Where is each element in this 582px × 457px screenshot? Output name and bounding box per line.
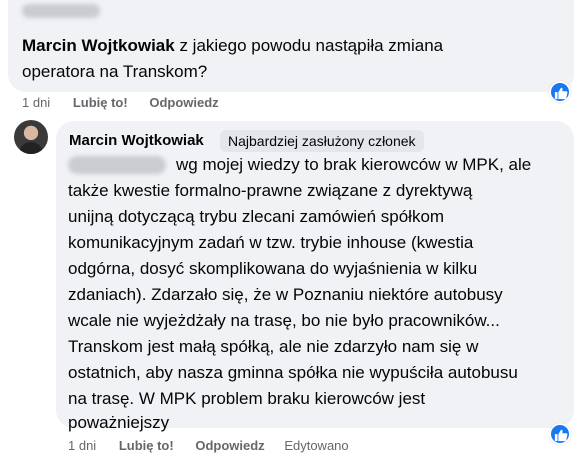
- comment-2-line: zdaniach). Zdarzało się, że w Poznaniu n…: [68, 285, 503, 304]
- comment-2-line: komunikacyjnym zadań w tzw. trybie inhou…: [68, 233, 474, 252]
- comment-1-like-button[interactable]: Lubię to!: [73, 94, 128, 112]
- comment-2-line: wg mojej wiedzy to brak kierowców w MPK,…: [176, 155, 532, 174]
- comment-2-line: odgórna, dosyć skomplikowana do wyjaśnie…: [68, 259, 478, 278]
- comment-2-line: wcale nie wyjeżdżały na trasę, bo nie by…: [68, 311, 500, 330]
- avatar[interactable]: [14, 120, 48, 154]
- blurred-mention: [68, 156, 166, 174]
- comment-2-line: także kwestie formalno-prawne związane z…: [68, 181, 473, 200]
- comment-2-line: na trasę. W MPK problem braku kierowców …: [68, 389, 426, 408]
- blurred-reply-context: [22, 4, 100, 18]
- like-icon: [554, 87, 568, 100]
- comment-2-line: Transkom jest małą spółką, ale nie zdarz…: [68, 337, 479, 356]
- comment-1-actions: 1 dni Lubię to! Odpowiedz: [22, 94, 219, 112]
- comment-2-time[interactable]: 1 dni: [68, 437, 96, 455]
- like-reaction-1[interactable]: [549, 81, 571, 103]
- comment-2-line: unijną dotyczącą trybu zlecani zamówień …: [68, 207, 445, 226]
- comment-2-line: poważniejszy: [68, 413, 170, 432]
- comment-2-author[interactable]: Marcin Wojtkowiak: [69, 131, 204, 151]
- comment-2-actions: 1 dni Lubię to! Odpowiedz Edytowano: [68, 437, 349, 455]
- comment-1-author[interactable]: Marcin Wojtkowiak: [22, 36, 175, 55]
- member-badge[interactable]: Najbardziej zasłużony członek: [220, 130, 424, 152]
- comment-1-line-1: Marcin Wojtkowiak z jakiego powodu nastą…: [22, 33, 443, 59]
- comment-1-line-2: operatora na Transkom?: [22, 62, 208, 81]
- comment-1-text-part: z jakiego powodu nastąpiła zmiana: [174, 36, 444, 55]
- like-reaction-2[interactable]: [549, 423, 571, 445]
- comment-1-reply-button[interactable]: Odpowiedz: [149, 94, 218, 112]
- comment-2-line: ostatnich, aby nasza gminna spółka nie w…: [68, 363, 518, 382]
- comment-2-reply-button[interactable]: Odpowiedz: [195, 437, 264, 455]
- like-icon: [554, 429, 568, 442]
- edited-label[interactable]: Edytowano: [284, 437, 348, 455]
- comment-1-time[interactable]: 1 dni: [22, 94, 50, 112]
- comment-2-like-button[interactable]: Lubię to!: [119, 437, 174, 455]
